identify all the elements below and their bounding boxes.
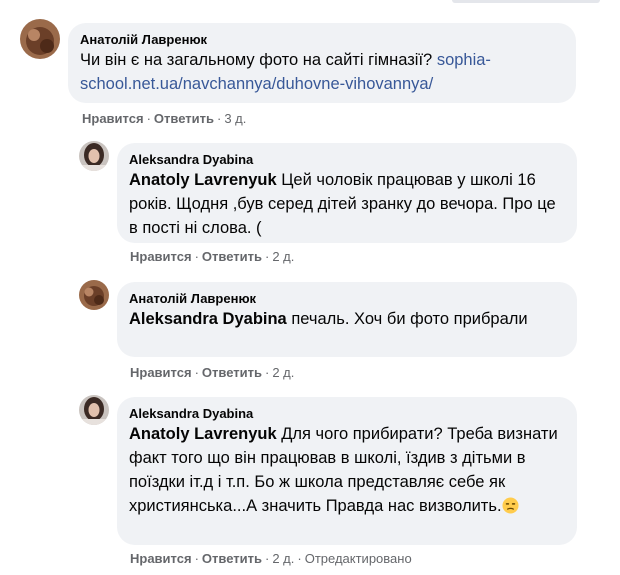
comment-bubble: Aleksandra Dyabina Anatoly Lavrenyuk Цей… [117,143,577,243]
reply-button[interactable]: Ответить [202,365,262,380]
unamused-face-emoji-icon [502,497,519,514]
like-button[interactable]: Нравится [130,365,192,380]
like-button[interactable]: Нравится [130,249,192,264]
comment-actions: Нравится · Ответить · 2 д. [130,365,295,380]
comment-actions: Нравится · Ответить · 3 д. [82,111,247,126]
reply-button[interactable]: Ответить [202,249,262,264]
comment-text: Anatoly Lavrenyuk Цей чоловік працював у… [129,171,556,237]
comment-author[interactable]: Анатолій Лавренюк [129,290,565,307]
mention-link[interactable]: Anatoly Lavrenyuk [129,171,277,189]
avatar[interactable] [79,395,109,425]
comment-bubble: Анатолій Лавренюк Чи він є на загальному… [68,23,576,103]
mention-link[interactable]: Anatoly Lavrenyuk [129,425,277,443]
comment-text: Aleksandra Dyabina печаль. Хоч би фото п… [129,310,528,328]
mention-link[interactable]: Aleksandra Dyabina [129,310,287,328]
avatar[interactable] [79,280,109,310]
comment-time[interactable]: 2 д. [272,365,294,380]
like-button[interactable]: Нравится [82,111,144,126]
comment-author[interactable]: Анатолій Лавренюк [80,31,564,48]
comment-bubble: Aleksandra Dyabina Anatoly Lavrenyuk Для… [117,397,577,545]
avatar[interactable] [20,19,60,59]
comment-author[interactable]: Aleksandra Dyabina [129,151,565,168]
edited-label: Отредактировано [304,551,412,566]
comment-bubble: Анатолій Лавренюк Aleksandra Dyabina печ… [117,282,577,357]
avatar[interactable] [79,141,109,171]
comment-time[interactable]: 2 д. [272,249,294,264]
comment-author[interactable]: Aleksandra Dyabina [129,405,565,422]
comment-time[interactable]: 2 д. [272,551,294,566]
comment-text: Anatoly Lavrenyuk Для чого прибирати? Тр… [129,425,558,515]
reply-button[interactable]: Ответить [202,551,262,566]
comment-time[interactable]: 3 д. [224,111,246,126]
like-button[interactable]: Нравится [130,551,192,566]
comment-text: Чи він є на загальному фото на сайті гім… [80,51,491,93]
comment-actions: Нравится · Ответить · 2 д. · Отредактировано [130,551,412,566]
comment-actions: Нравится · Ответить · 2 д. [130,249,295,264]
reply-button[interactable]: Ответить [154,111,214,126]
scroll-edge [452,0,600,3]
